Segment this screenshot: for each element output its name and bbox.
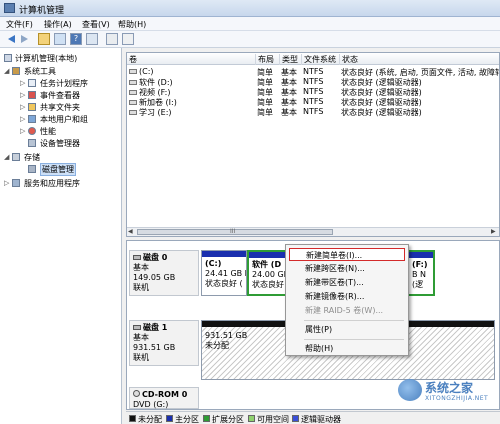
header-volume[interactable]: 卷 — [127, 54, 255, 65]
menu-separator — [304, 320, 404, 321]
context-menu: 新建简单卷(I)... 新建跨区卷(N)... 新建带区卷(T)... 新建镜像… — [285, 244, 409, 356]
window-title: 计算机管理 — [19, 6, 65, 16]
disk1-label[interactable]: 磁盘 1 基本 931.51 GB 联机 — [129, 320, 199, 366]
partition-c[interactable]: (C:) 24.41 GB I 状态良好 ( — [201, 250, 247, 296]
table-row[interactable]: 新加卷 (I:) 简单 基本 NTFS 状态良好 (逻辑驱动器) — [127, 97, 499, 107]
title-bar: 计算机管理 — [0, 0, 500, 17]
volume-icon — [129, 90, 137, 95]
disk-icon — [133, 255, 141, 260]
expand-arrow-icon[interactable]: ▷ — [20, 80, 26, 87]
table-row[interactable]: 软件 (D:) 简单 基本 NTFS 状态良好 (逻辑驱动器) — [127, 77, 499, 87]
legend-label: 未分配 — [138, 415, 162, 424]
volume-icon — [129, 80, 137, 85]
table-row[interactable]: 视频 (F:) 简单 基本 NTFS 状态良好 (逻辑驱动器) — [127, 87, 499, 97]
legend-swatch — [248, 415, 255, 422]
menu-separator — [304, 339, 404, 340]
table-row[interactable]: (C:) 简单 基本 NTFS 状态良好 (系统, 启动, 页面文件, 活动, … — [127, 67, 499, 77]
legend-label: 主分区 — [175, 415, 199, 424]
disk0-label[interactable]: 磁盘 0 基本 149.05 GB 联机 — [129, 250, 199, 296]
legend-label: 扩展分区 — [212, 415, 244, 424]
collapse-arrow-icon[interactable]: ◢ — [4, 68, 10, 75]
disk-icon — [28, 165, 36, 173]
toolbar: ? — [0, 31, 500, 48]
menu-new-spanned-volume[interactable]: 新建跨区卷(N)... — [289, 262, 405, 275]
legend-swatch — [292, 415, 299, 422]
menu-new-striped-volume[interactable]: 新建带区卷(T)... — [289, 276, 405, 289]
services-icon — [12, 179, 20, 187]
menu-new-mirrored-volume[interactable]: 新建镜像卷(R)... — [289, 290, 405, 303]
table-row[interactable]: 学习 (E:) 简单 基本 NTFS 状态良好 (逻辑驱动器) — [127, 107, 499, 117]
show-hide-tree-icon[interactable] — [54, 33, 66, 45]
menu-help-item[interactable]: 帮助(H) — [289, 342, 405, 355]
computer-management-icon — [4, 3, 15, 13]
legend-label: 可用空间 — [257, 415, 289, 424]
menu-new-simple-volume[interactable]: 新建简单卷(I)... — [289, 248, 405, 261]
volume-list: 卷 布局 类型 文件系统 状态 (C:) 简单 基本 NTFS 状态良好 (系统… — [126, 52, 500, 237]
collapse-arrow-icon[interactable]: ◢ — [4, 154, 10, 161]
action-pane-icon[interactable] — [86, 33, 98, 45]
legend-bar: 未分配 主分区 扩展分区 可用空间 逻辑驱动器 — [126, 411, 500, 424]
scroll-left-icon[interactable]: ◀ — [128, 229, 135, 235]
header-layout[interactable]: 布局 — [255, 54, 279, 65]
disk-icon — [133, 325, 141, 330]
legend-swatch — [166, 415, 173, 422]
checklist-icon[interactable] — [106, 33, 118, 45]
menu-properties[interactable]: 属性(P) — [289, 323, 405, 336]
watermark-logo-icon — [398, 379, 422, 401]
users-icon — [28, 115, 36, 123]
expand-arrow-icon[interactable]: ▷ — [20, 116, 26, 123]
watermark: 系统之家 XITONGZHIJIA.NET — [398, 375, 498, 409]
expand-arrow-icon[interactable]: ▷ — [20, 104, 26, 111]
legend-label: 逻辑驱动器 — [301, 415, 341, 424]
partition-d[interactable]: 软件 (D 24.00 GB 状态良好 — [247, 250, 287, 296]
help-icon[interactable]: ? — [70, 33, 82, 45]
properties-icon[interactable] — [122, 33, 134, 45]
folder-icon — [28, 103, 36, 111]
menu-file[interactable]: 文件(F) — [6, 19, 33, 30]
menu-bar: 文件(F) 操作(A) 查看(V) 帮助(H) — [0, 17, 500, 31]
forward-arrow-icon[interactable] — [18, 33, 30, 45]
expand-arrow-icon[interactable]: ▷ — [4, 180, 10, 187]
computer-icon — [4, 54, 12, 62]
watermark-text: 系统之家 — [425, 381, 474, 395]
storage-icon — [12, 153, 20, 161]
tools-icon — [12, 67, 20, 75]
legend-swatch — [129, 415, 136, 422]
cdrom-label[interactable]: CD-ROM 0 DVD (G:) — [129, 387, 199, 409]
menu-help[interactable]: 帮助(H) — [118, 19, 146, 30]
cdrom-icon — [133, 390, 140, 397]
scrollbar-thumb[interactable]: III — [137, 228, 333, 235]
legend-swatch — [203, 415, 210, 422]
menu-new-raid5-volume: 新建 RAID-5 卷(W)... — [305, 306, 384, 315]
horizontal-scrollbar[interactable]: ◀ III ▶ — [127, 227, 499, 236]
up-folder-icon[interactable] — [38, 33, 50, 45]
header-filesystem[interactable]: 文件系统 — [301, 54, 339, 65]
clock-icon — [28, 79, 36, 87]
volume-icon — [129, 100, 137, 105]
watermark-subtext: XITONGZHIJIA.NET — [425, 395, 489, 402]
event-icon — [28, 91, 36, 99]
header-type[interactable]: 类型 — [279, 54, 301, 65]
volume-icon — [129, 69, 137, 74]
scroll-grip: III — [230, 228, 236, 235]
performance-icon — [28, 127, 36, 135]
device-icon — [28, 139, 36, 147]
back-arrow-icon[interactable] — [4, 33, 16, 45]
expand-arrow-icon[interactable]: ▷ — [20, 128, 26, 135]
column-headers: 卷 布局 类型 文件系统 状态 — [127, 53, 499, 65]
menu-view[interactable]: 查看(V) — [82, 19, 110, 30]
header-status[interactable]: 状态 — [339, 54, 499, 65]
menu-action[interactable]: 操作(A) — [44, 19, 72, 30]
expand-arrow-icon[interactable]: ▷ — [20, 92, 26, 99]
scroll-right-icon[interactable]: ▶ — [491, 229, 498, 235]
navigation-tree: 计算机管理(本地) ◢ 系统工具 ▷ 任务计划程序 ▷ 事件查看器 ▷ 共享文件… — [0, 48, 122, 424]
volume-icon — [129, 110, 137, 115]
partition-f[interactable]: (F:) B N (逻 — [407, 250, 435, 296]
